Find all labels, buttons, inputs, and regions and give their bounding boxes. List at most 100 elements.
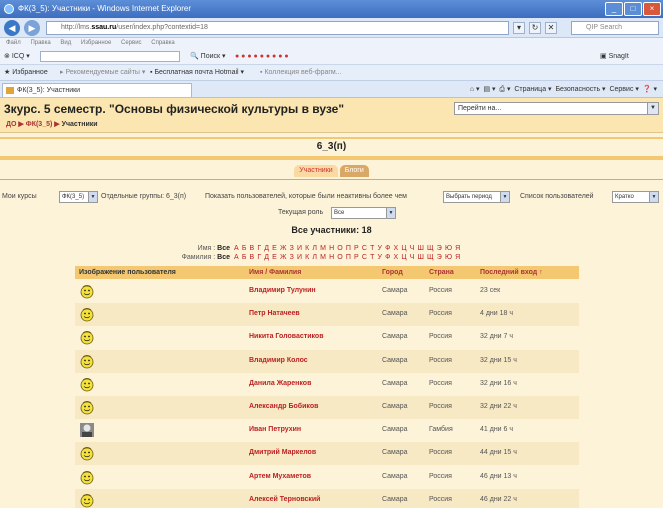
table-row: Алексей Терновский Самара Россия 46 дни 22 … (75, 488, 579, 508)
toolbar-search-button[interactable]: 🔍 Поиск ▾ (190, 49, 226, 65)
header-country[interactable]: Страна (429, 266, 454, 279)
user-name-link[interactable]: Владимир Колос (249, 357, 308, 364)
help-icon[interactable]: ❓ ▾ (643, 86, 657, 93)
inactive-label: Показать пользователей, которые были неа… (205, 193, 407, 200)
menu-help[interactable]: Справка (151, 40, 175, 46)
user-name-link[interactable]: Иван Петрухин (249, 426, 301, 433)
command-bar: ⌂ ▾ ▤ ▾ ⎙ ▾ Страница ▾ Безопасность ▾ Се… (469, 86, 657, 93)
user-list-select[interactable]: Кратко ▼ (612, 191, 659, 203)
city-cell: Самара (382, 333, 408, 341)
url-tools: ▾ ↻ ✕ (513, 22, 557, 34)
user-name-link[interactable]: Петр Натачеев (249, 310, 300, 317)
city-cell: Самара (382, 310, 408, 318)
city-cell: Самара (382, 426, 408, 434)
minimize-button[interactable]: _ (605, 2, 623, 16)
smiley-icon[interactable] (79, 399, 95, 415)
header-picture: Изображение пользователя (79, 269, 176, 276)
toolbar-search-input[interactable] (40, 51, 180, 62)
url-field[interactable]: http://lms.ssau.ru/user/index.php?contex… (46, 21, 509, 35)
browser-search-input[interactable]: QIP Search (571, 21, 659, 35)
toolbar: ⊗ ICQ ▾ 🔍 Поиск ▾ ● ● ● ● ● ● ● ● ● ▣ Sn… (0, 49, 663, 65)
inactive-period-select[interactable]: Выбрать период ▼ (443, 191, 510, 203)
smiley-icon[interactable] (79, 329, 95, 345)
dropdown-icon[interactable]: ▾ (513, 22, 525, 34)
first-name-letters[interactable]: А Б В Г Д Е Ж З И К Л М Н О П Р С Т У Ф … (234, 244, 461, 253)
smiley-icon[interactable] (79, 376, 95, 392)
first-name-filter-label: Имя : Все (150, 244, 230, 253)
smiley-icon[interactable] (79, 445, 95, 461)
surname-filter-label: Фамилия : Все (150, 253, 230, 262)
role-value: Все (334, 210, 345, 216)
fav-item-suggested[interactable]: ▸ Рекомендуемые сайты ▾ (60, 65, 145, 81)
user-name-link[interactable]: Алексей Терновский (249, 496, 320, 503)
stop-icon[interactable]: ✕ (545, 22, 557, 34)
name-label: Имя : (197, 245, 216, 252)
cmd-safety[interactable]: Безопасность (555, 86, 600, 93)
my-courses-select[interactable]: ФК(3_5) ▼ (59, 191, 98, 203)
menu-view[interactable]: Вид (60, 40, 71, 46)
role-select[interactable]: Все ▼ (331, 207, 396, 219)
favorites-button[interactable]: ★ Избранное (4, 65, 48, 81)
user-list-value: Кратко (615, 194, 634, 200)
country-cell: Россия (429, 495, 452, 503)
surname-letters[interactable]: А Б В Г Д Е Ж З И К Л М Н О П Р С Т У Ф … (234, 253, 461, 262)
header-city[interactable]: Город (382, 266, 403, 279)
url-prefix: http://lms. (61, 24, 92, 31)
country-cell: Россия (429, 333, 452, 341)
header-last-access[interactable]: Последний вход ↑ (480, 266, 543, 279)
smiley-icon[interactable] (79, 353, 95, 369)
menu-bar: Файл Правка Вид Избранное Сервис Справка (0, 38, 663, 49)
menu-edit[interactable]: Правка (30, 40, 50, 46)
jump-to-select[interactable]: Перейти на... ▼ (454, 102, 659, 115)
smiley-icon[interactable] (79, 469, 95, 485)
table-row: Дмитрий Маркелов Самара Россия 44 дни 15 ч (75, 442, 579, 466)
breadcrumb-course[interactable]: ФК(3_5) (26, 121, 53, 128)
back-button[interactable]: ◀ (4, 20, 20, 36)
user-name-link[interactable]: Никита Головастиков (249, 333, 324, 340)
refresh-icon[interactable]: ↻ (529, 22, 541, 34)
city-cell: Самара (382, 403, 408, 410)
cmd-tools[interactable]: Сервис (609, 86, 633, 93)
tab-participants[interactable]: Участники (294, 165, 338, 177)
menu-tools[interactable]: Сервис (121, 40, 142, 46)
menu-file[interactable]: Файл (6, 40, 21, 46)
fav-item-hotmail[interactable]: ▪ Бесплатная почта Hotmail ▾ (150, 65, 244, 81)
user-name-link[interactable]: Александр Бобиков (249, 403, 318, 410)
feeds-icon[interactable]: ▤ ▾ (483, 86, 495, 93)
country-cell: Россия (429, 472, 452, 480)
tab-blogs[interactable]: Блоги (339, 165, 369, 177)
photo-icon[interactable] (79, 422, 95, 438)
groups-label: Отдельные группы: 6_3(п) (101, 193, 187, 200)
smiley-icon[interactable] (79, 306, 95, 322)
user-name-link[interactable]: Дмитрий Маркелов (249, 449, 316, 456)
smiley-icon[interactable] (79, 283, 95, 299)
maximize-button[interactable]: □ (624, 2, 642, 16)
browser-tab[interactable]: ФК(3_5): Участники (2, 83, 192, 97)
country-cell: Россия (429, 287, 452, 294)
header-name[interactable]: Имя / Фамилия (249, 266, 301, 279)
icq-button[interactable]: ⊗ ICQ ▾ (4, 49, 30, 65)
user-name-link[interactable]: Данила Жаренков (249, 380, 311, 387)
cmd-page[interactable]: Страница (514, 86, 546, 93)
print-icon[interactable]: ⎙ ▾ (499, 86, 510, 93)
table-row: Иван Петрухин Самара Гамбия 41 дни 6 ч (75, 419, 579, 443)
smiley-icon[interactable] (79, 492, 95, 508)
url-path: /user/index.php?contextid=18 (116, 24, 208, 31)
fav-item-webslices[interactable]: ▪ Коллекция веб-фрагм... (260, 65, 342, 81)
user-name-link[interactable]: Владимир Тулунин (249, 287, 316, 294)
forward-button[interactable]: ▶ (24, 20, 40, 36)
home-icon[interactable]: ⌂ ▾ (470, 86, 480, 93)
chevron-down-icon: ▼ (500, 192, 509, 202)
first-name-all: Все (217, 245, 230, 252)
fav-item-label: Рекомендуемые сайты (65, 69, 140, 76)
last-access-cell: 32 дни 15 ч (480, 356, 517, 364)
table-row: Владимир Тулунин Самара Россия 23 сек (75, 280, 579, 303)
last-access-cell: 32 дни 16 ч (480, 379, 517, 387)
close-button[interactable]: × (643, 2, 661, 16)
toolbar-icons[interactable]: ● ● ● ● ● ● ● ● ● (235, 49, 289, 65)
breadcrumb-home[interactable]: ДО (6, 121, 16, 128)
snagit-button[interactable]: ▣ SnagIt (600, 49, 629, 65)
user-name-link[interactable]: Артем Мухаметов (249, 473, 311, 480)
course-title: 3курс. 5 семестр. "Основы физической кул… (4, 102, 345, 116)
menu-favorites[interactable]: Избранное (81, 40, 111, 46)
